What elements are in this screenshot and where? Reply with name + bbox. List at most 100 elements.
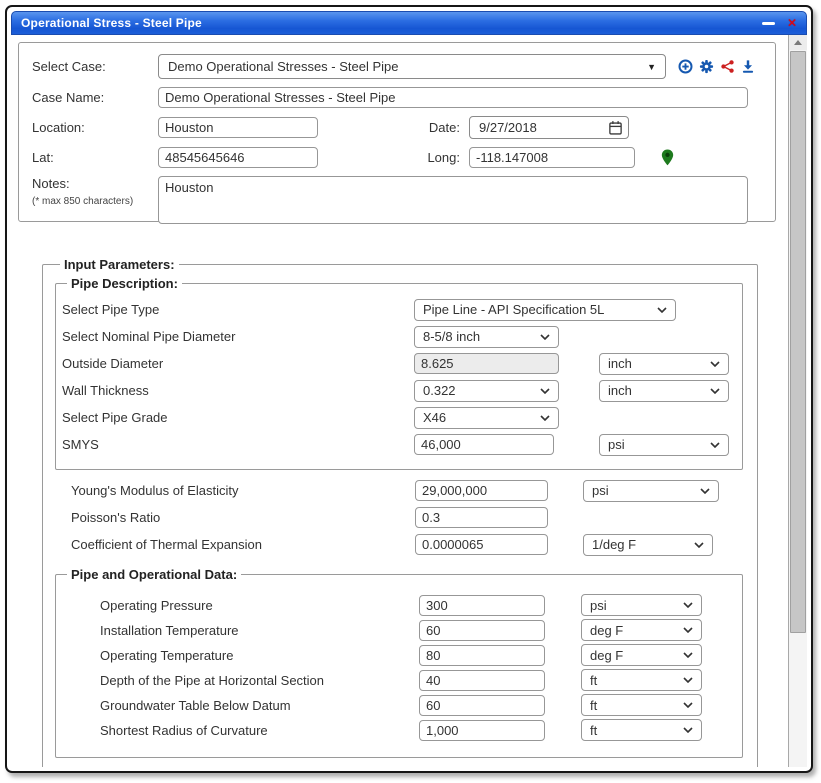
operating-pressure-input[interactable] (419, 595, 545, 616)
wall-thickness-select[interactable]: 0.322 (414, 380, 559, 402)
thermal-expansion-unit-select[interactable]: 1/deg F (583, 534, 713, 556)
depth-horizontal-unit-value: ft (590, 673, 597, 688)
dialog-content: Select Case: Demo Operational Stresses -… (11, 35, 788, 767)
smys-row: SMYS psi (62, 434, 732, 455)
select-case-dropdown[interactable]: Demo Operational Stresses - Steel Pipe ▼ (158, 54, 666, 79)
youngs-modulus-unit-select[interactable]: psi (583, 480, 719, 502)
smys-unit-value: psi (608, 437, 625, 452)
groundwater-unit-select[interactable]: ft (581, 694, 702, 716)
lat-long-row: Lat: Long: (32, 147, 761, 168)
radius-curvature-label: Shortest Radius of Curvature (100, 723, 419, 738)
download-button[interactable] (741, 59, 755, 74)
nominal-diameter-label: Select Nominal Pipe Diameter (62, 329, 414, 344)
location-input[interactable] (158, 117, 318, 138)
chevron-down-icon (700, 488, 710, 494)
chevron-down-icon (710, 388, 720, 394)
location-label: Location: (32, 120, 158, 135)
select-case-value: Demo Operational Stresses - Steel Pipe (168, 59, 399, 74)
pipe-type-value: Pipe Line - API Specification 5L (423, 302, 604, 317)
smys-input[interactable] (414, 434, 554, 455)
case-name-label: Case Name: (32, 90, 158, 105)
pipe-type-label: Select Pipe Type (62, 302, 414, 317)
groundwater-unit-value: ft (590, 698, 597, 713)
scroll-thumb[interactable] (790, 51, 806, 633)
chevron-down-icon (683, 602, 693, 608)
operating-temperature-unit-select[interactable]: deg F (581, 644, 702, 666)
depth-horizontal-label: Depth of the Pipe at Horizontal Section (100, 673, 419, 688)
location-date-row: Location: Date: (32, 116, 761, 139)
thermal-expansion-input[interactable] (415, 534, 548, 555)
youngs-modulus-input[interactable] (415, 480, 548, 501)
installation-temperature-input[interactable] (419, 620, 545, 641)
pipe-operational-legend: Pipe and Operational Data: (67, 567, 241, 582)
chevron-down-icon (683, 702, 693, 708)
smys-unit-select[interactable]: psi (599, 434, 729, 456)
depth-horizontal-input[interactable] (419, 670, 545, 691)
add-case-button[interactable] (678, 59, 693, 74)
outside-diameter-unit-value: inch (608, 356, 632, 371)
installation-temperature-row: Installation Temperature deg F (62, 620, 732, 640)
depth-horizontal-row: Depth of the Pipe at Horizontal Section … (62, 670, 732, 690)
calendar-icon (608, 120, 623, 136)
radius-curvature-unit-select[interactable]: ft (581, 719, 702, 741)
groundwater-input[interactable] (419, 695, 545, 716)
close-button[interactable]: ✕ (787, 17, 797, 29)
pipe-grade-row: Select Pipe Grade X46 (62, 407, 732, 428)
chevron-down-icon (540, 415, 550, 421)
depth-horizontal-unit-select[interactable]: ft (581, 669, 702, 691)
operating-pressure-row: Operating Pressure psi (62, 595, 732, 615)
thermal-expansion-row: Coefficient of Thermal Expansion 1/deg F (55, 534, 743, 555)
operating-pressure-unit-select[interactable]: psi (581, 594, 702, 616)
chevron-down-icon (683, 677, 693, 683)
settings-button[interactable] (699, 59, 714, 74)
operating-temperature-unit-value: deg F (590, 648, 623, 663)
pipe-type-row: Select Pipe Type Pipe Line - API Specifi… (62, 299, 732, 320)
lat-input[interactable] (158, 147, 318, 168)
pipe-type-select[interactable]: Pipe Line - API Specification 5L (414, 299, 676, 321)
pipe-description-legend: Pipe Description: (67, 276, 182, 291)
thermal-expansion-label: Coefficient of Thermal Expansion (71, 537, 415, 552)
title-bar[interactable]: Operational Stress - Steel Pipe ✕ (11, 11, 807, 35)
notes-textarea[interactable]: Houston (158, 176, 748, 224)
groundwater-row: Groundwater Table Below Datum ft (62, 695, 732, 715)
radius-curvature-input[interactable] (419, 720, 545, 741)
chevron-down-icon (683, 627, 693, 633)
scroll-up-button[interactable] (789, 35, 807, 50)
select-case-row: Select Case: Demo Operational Stresses -… (32, 54, 761, 79)
case-action-buttons (678, 59, 755, 74)
pipe-grade-select[interactable]: X46 (414, 407, 559, 429)
pipe-operational-fieldset: Pipe and Operational Data: Operating Pre… (55, 567, 743, 758)
radius-curvature-row: Shortest Radius of Curvature ft (62, 720, 732, 740)
minimize-button[interactable] (762, 22, 775, 25)
date-input[interactable] (477, 119, 608, 136)
chevron-down-icon (683, 652, 693, 658)
wall-thickness-value: 0.322 (423, 383, 456, 398)
notes-row: Notes: (* max 850 characters) Houston (32, 176, 761, 224)
poissons-ratio-row: Poisson's Ratio (55, 507, 743, 528)
outside-diameter-unit-select[interactable]: inch (599, 353, 729, 375)
operating-temperature-input[interactable] (419, 645, 545, 666)
wall-thickness-unit-select[interactable]: inch (599, 380, 729, 402)
nominal-diameter-select[interactable]: 8-5/8 inch (414, 326, 559, 348)
dropdown-arrow-icon: ▼ (647, 62, 656, 72)
notes-label: Notes: (32, 176, 70, 191)
installation-temperature-unit-select[interactable]: deg F (581, 619, 702, 641)
window-title: Operational Stress - Steel Pipe (21, 16, 202, 30)
vertical-scrollbar[interactable] (788, 35, 807, 767)
long-input[interactable] (469, 147, 635, 168)
map-pin-button[interactable] (661, 149, 674, 166)
dialog-window: Operational Stress - Steel Pipe ✕ Select… (5, 5, 813, 773)
case-name-input[interactable] (158, 87, 748, 108)
youngs-modulus-row: Young's Modulus of Elasticity psi (55, 480, 743, 501)
installation-temperature-label: Installation Temperature (100, 623, 419, 638)
poissons-ratio-input[interactable] (415, 507, 548, 528)
operating-pressure-unit-value: psi (590, 598, 607, 613)
case-header-box: Select Case: Demo Operational Stresses -… (18, 42, 776, 222)
calendar-button[interactable] (608, 120, 623, 136)
share-icon (720, 59, 735, 74)
share-button[interactable] (720, 59, 735, 74)
wall-thickness-unit-value: inch (608, 383, 632, 398)
chevron-down-icon (694, 542, 704, 548)
chevron-down-icon (710, 361, 720, 367)
operating-pressure-label: Operating Pressure (100, 598, 419, 613)
